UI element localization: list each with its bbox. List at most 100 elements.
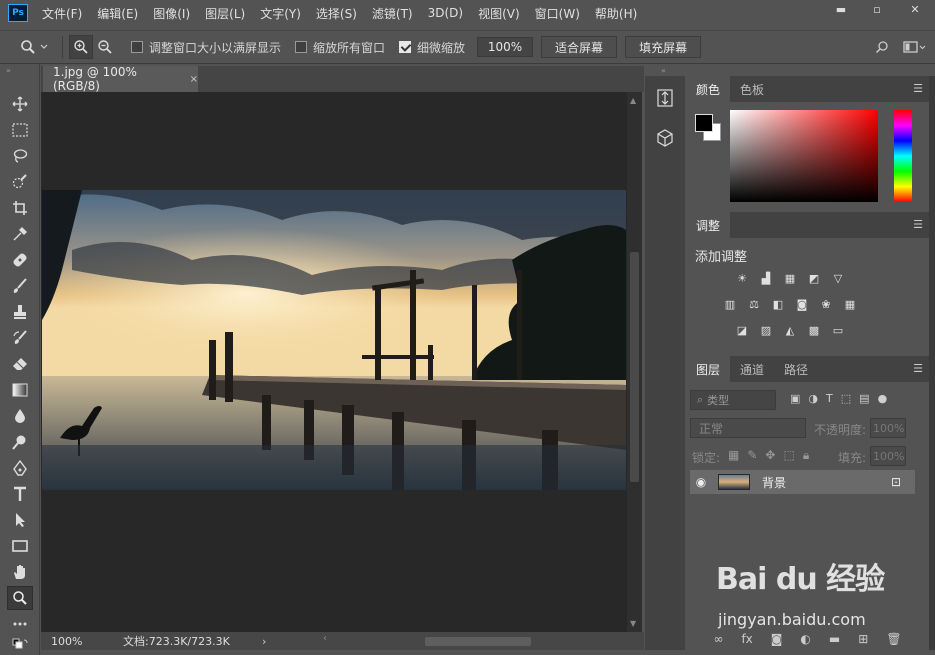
- shape-filter-icon[interactable]: ⬚: [841, 392, 851, 405]
- lock-artboard-icon[interactable]: ⬚: [783, 448, 794, 463]
- panel-menu-icon[interactable]: ☰: [913, 218, 923, 231]
- document-image[interactable]: [42, 190, 626, 490]
- new-layer-icon[interactable]: ⊞: [858, 632, 868, 648]
- checkbox[interactable]: [131, 41, 143, 53]
- tab-adjustments[interactable]: 调整: [686, 212, 731, 238]
- vibrance-icon[interactable]: ▽: [830, 270, 846, 286]
- link-layers-icon[interactable]: ∞: [713, 632, 723, 648]
- status-menu-arrow[interactable]: ›: [262, 635, 266, 648]
- scroll-left-icon[interactable]: ‹: [323, 633, 327, 644]
- layer-row[interactable]: ◉ 背景 ⊡: [690, 470, 915, 494]
- fill-screen-button[interactable]: 填充屏幕: [625, 36, 702, 58]
- exposure-icon[interactable]: ◩: [806, 270, 822, 286]
- foreground-color-swatch[interactable]: [695, 114, 713, 132]
- menu-file[interactable]: 文件(F): [42, 5, 82, 22]
- collapse-arrows-icon[interactable]: »: [6, 66, 11, 75]
- default-colors-button[interactable]: [7, 636, 33, 652]
- zoom-all-checkbox[interactable]: 缩放所有窗口: [295, 39, 385, 56]
- document-tab[interactable]: 1.jpg @ 100%(RGB/8) ×: [43, 65, 198, 93]
- filter-toggle-icon[interactable]: ●: [878, 392, 888, 405]
- image-filter-icon[interactable]: ▣: [790, 392, 800, 405]
- panel-menu-icon[interactable]: ☰: [913, 82, 923, 95]
- fx-icon[interactable]: fx: [741, 632, 752, 648]
- panel-menu-icon[interactable]: ☰: [913, 362, 923, 375]
- tab-layers[interactable]: 图层: [686, 356, 731, 382]
- expand-dock-icon[interactable]: «: [661, 66, 666, 75]
- levels-icon[interactable]: ▟: [758, 270, 774, 286]
- tab-color[interactable]: 颜色: [686, 76, 731, 102]
- eyedropper-tool[interactable]: [7, 222, 33, 246]
- restore-button[interactable]: ▫: [859, 0, 895, 18]
- zoom-in-button[interactable]: [69, 35, 93, 59]
- black-white-icon[interactable]: ◧: [770, 296, 786, 312]
- blend-mode-select[interactable]: 正常: [690, 418, 806, 438]
- menu-type[interactable]: 文字(Y): [260, 5, 301, 22]
- color-balance-icon[interactable]: ⚖: [746, 296, 762, 312]
- smart-object-filter-icon[interactable]: ▤: [859, 392, 869, 405]
- scroll-thumb[interactable]: [630, 252, 639, 482]
- gradient-map-icon[interactable]: ▭: [830, 322, 846, 338]
- menu-help[interactable]: 帮助(H): [595, 5, 637, 22]
- menu-view[interactable]: 视图(V): [478, 5, 520, 22]
- layer-name[interactable]: 背景: [762, 474, 786, 491]
- lasso-tool[interactable]: [7, 144, 33, 168]
- type-filter-icon[interactable]: T: [826, 392, 833, 405]
- properties-panel-button[interactable]: [651, 124, 679, 152]
- type-tool[interactable]: [7, 482, 33, 506]
- menu-edit[interactable]: 编辑(E): [97, 5, 138, 22]
- new-adjustment-icon[interactable]: ◐: [800, 632, 810, 648]
- add-mask-icon[interactable]: ◙: [771, 632, 783, 648]
- search-icon[interactable]: [875, 40, 889, 54]
- layer-filter-dropdown[interactable]: ⌕ 类型: [690, 390, 776, 410]
- history-brush-tool[interactable]: [7, 326, 33, 350]
- vertical-scrollbar[interactable]: ▲ ▼: [627, 92, 642, 632]
- scrubby-zoom-checkbox[interactable]: 细微缩放: [399, 39, 465, 56]
- invert-icon[interactable]: ◪: [734, 322, 750, 338]
- hue-saturation-icon[interactable]: ▥: [722, 296, 738, 312]
- zoom-tool[interactable]: [7, 586, 33, 610]
- workspace-icon[interactable]: [903, 40, 925, 54]
- lock-transparent-icon[interactable]: ▦: [728, 448, 739, 463]
- brush-tool[interactable]: [7, 274, 33, 298]
- menu-filter[interactable]: 滤镜(T): [372, 5, 413, 22]
- scroll-up-icon[interactable]: ▲: [630, 96, 636, 105]
- tool-preset-picker[interactable]: [20, 39, 56, 55]
- checkbox-checked[interactable]: [399, 41, 412, 53]
- curves-icon[interactable]: ▦: [782, 270, 798, 286]
- move-tool[interactable]: [7, 92, 33, 116]
- menu-select[interactable]: 选择(S): [316, 5, 357, 22]
- fill-field[interactable]: 100%: [870, 446, 906, 466]
- color-lookup-icon[interactable]: ▦: [842, 296, 858, 312]
- menu-layer[interactable]: 图层(L): [205, 5, 245, 22]
- close-tab-icon[interactable]: ×: [190, 74, 198, 85]
- menu-image[interactable]: 图像(I): [153, 5, 190, 22]
- gradient-tool[interactable]: [7, 378, 33, 402]
- checkbox[interactable]: [295, 41, 308, 53]
- history-panel-button[interactable]: [651, 84, 679, 112]
- color-picker-field[interactable]: [730, 110, 878, 202]
- photo-filter-icon[interactable]: ◙: [794, 296, 810, 312]
- edit-toolbar-button[interactable]: [7, 612, 33, 636]
- close-button[interactable]: ✕: [895, 0, 935, 18]
- hscroll-thumb[interactable]: [425, 637, 531, 646]
- blur-tool[interactable]: [7, 404, 33, 428]
- selective-color-icon[interactable]: ▩: [806, 322, 822, 338]
- path-selection-tool[interactable]: [7, 508, 33, 532]
- pen-tool[interactable]: [7, 456, 33, 480]
- threshold-icon[interactable]: ◭: [782, 322, 798, 338]
- channel-mixer-icon[interactable]: ❀: [818, 296, 834, 312]
- menu-window[interactable]: 窗口(W): [535, 5, 580, 22]
- crop-tool[interactable]: [7, 196, 33, 220]
- quick-selection-tool[interactable]: [7, 170, 33, 194]
- hand-tool[interactable]: [7, 560, 33, 584]
- menu-3d[interactable]: 3D(D): [428, 6, 463, 20]
- tab-paths[interactable]: 路径: [774, 356, 818, 382]
- delete-layer-icon[interactable]: 🗑︎: [886, 632, 901, 648]
- opacity-field[interactable]: 100%: [870, 418, 906, 438]
- zoom-out-button[interactable]: [93, 35, 117, 59]
- clone-stamp-tool[interactable]: [7, 300, 33, 324]
- scroll-down-icon[interactable]: ▼: [630, 619, 636, 628]
- lock-all-icon[interactable]: 🔒︎: [803, 448, 809, 463]
- minimize-button[interactable]: ▬: [823, 0, 859, 18]
- lock-paint-icon[interactable]: ✎: [747, 448, 757, 463]
